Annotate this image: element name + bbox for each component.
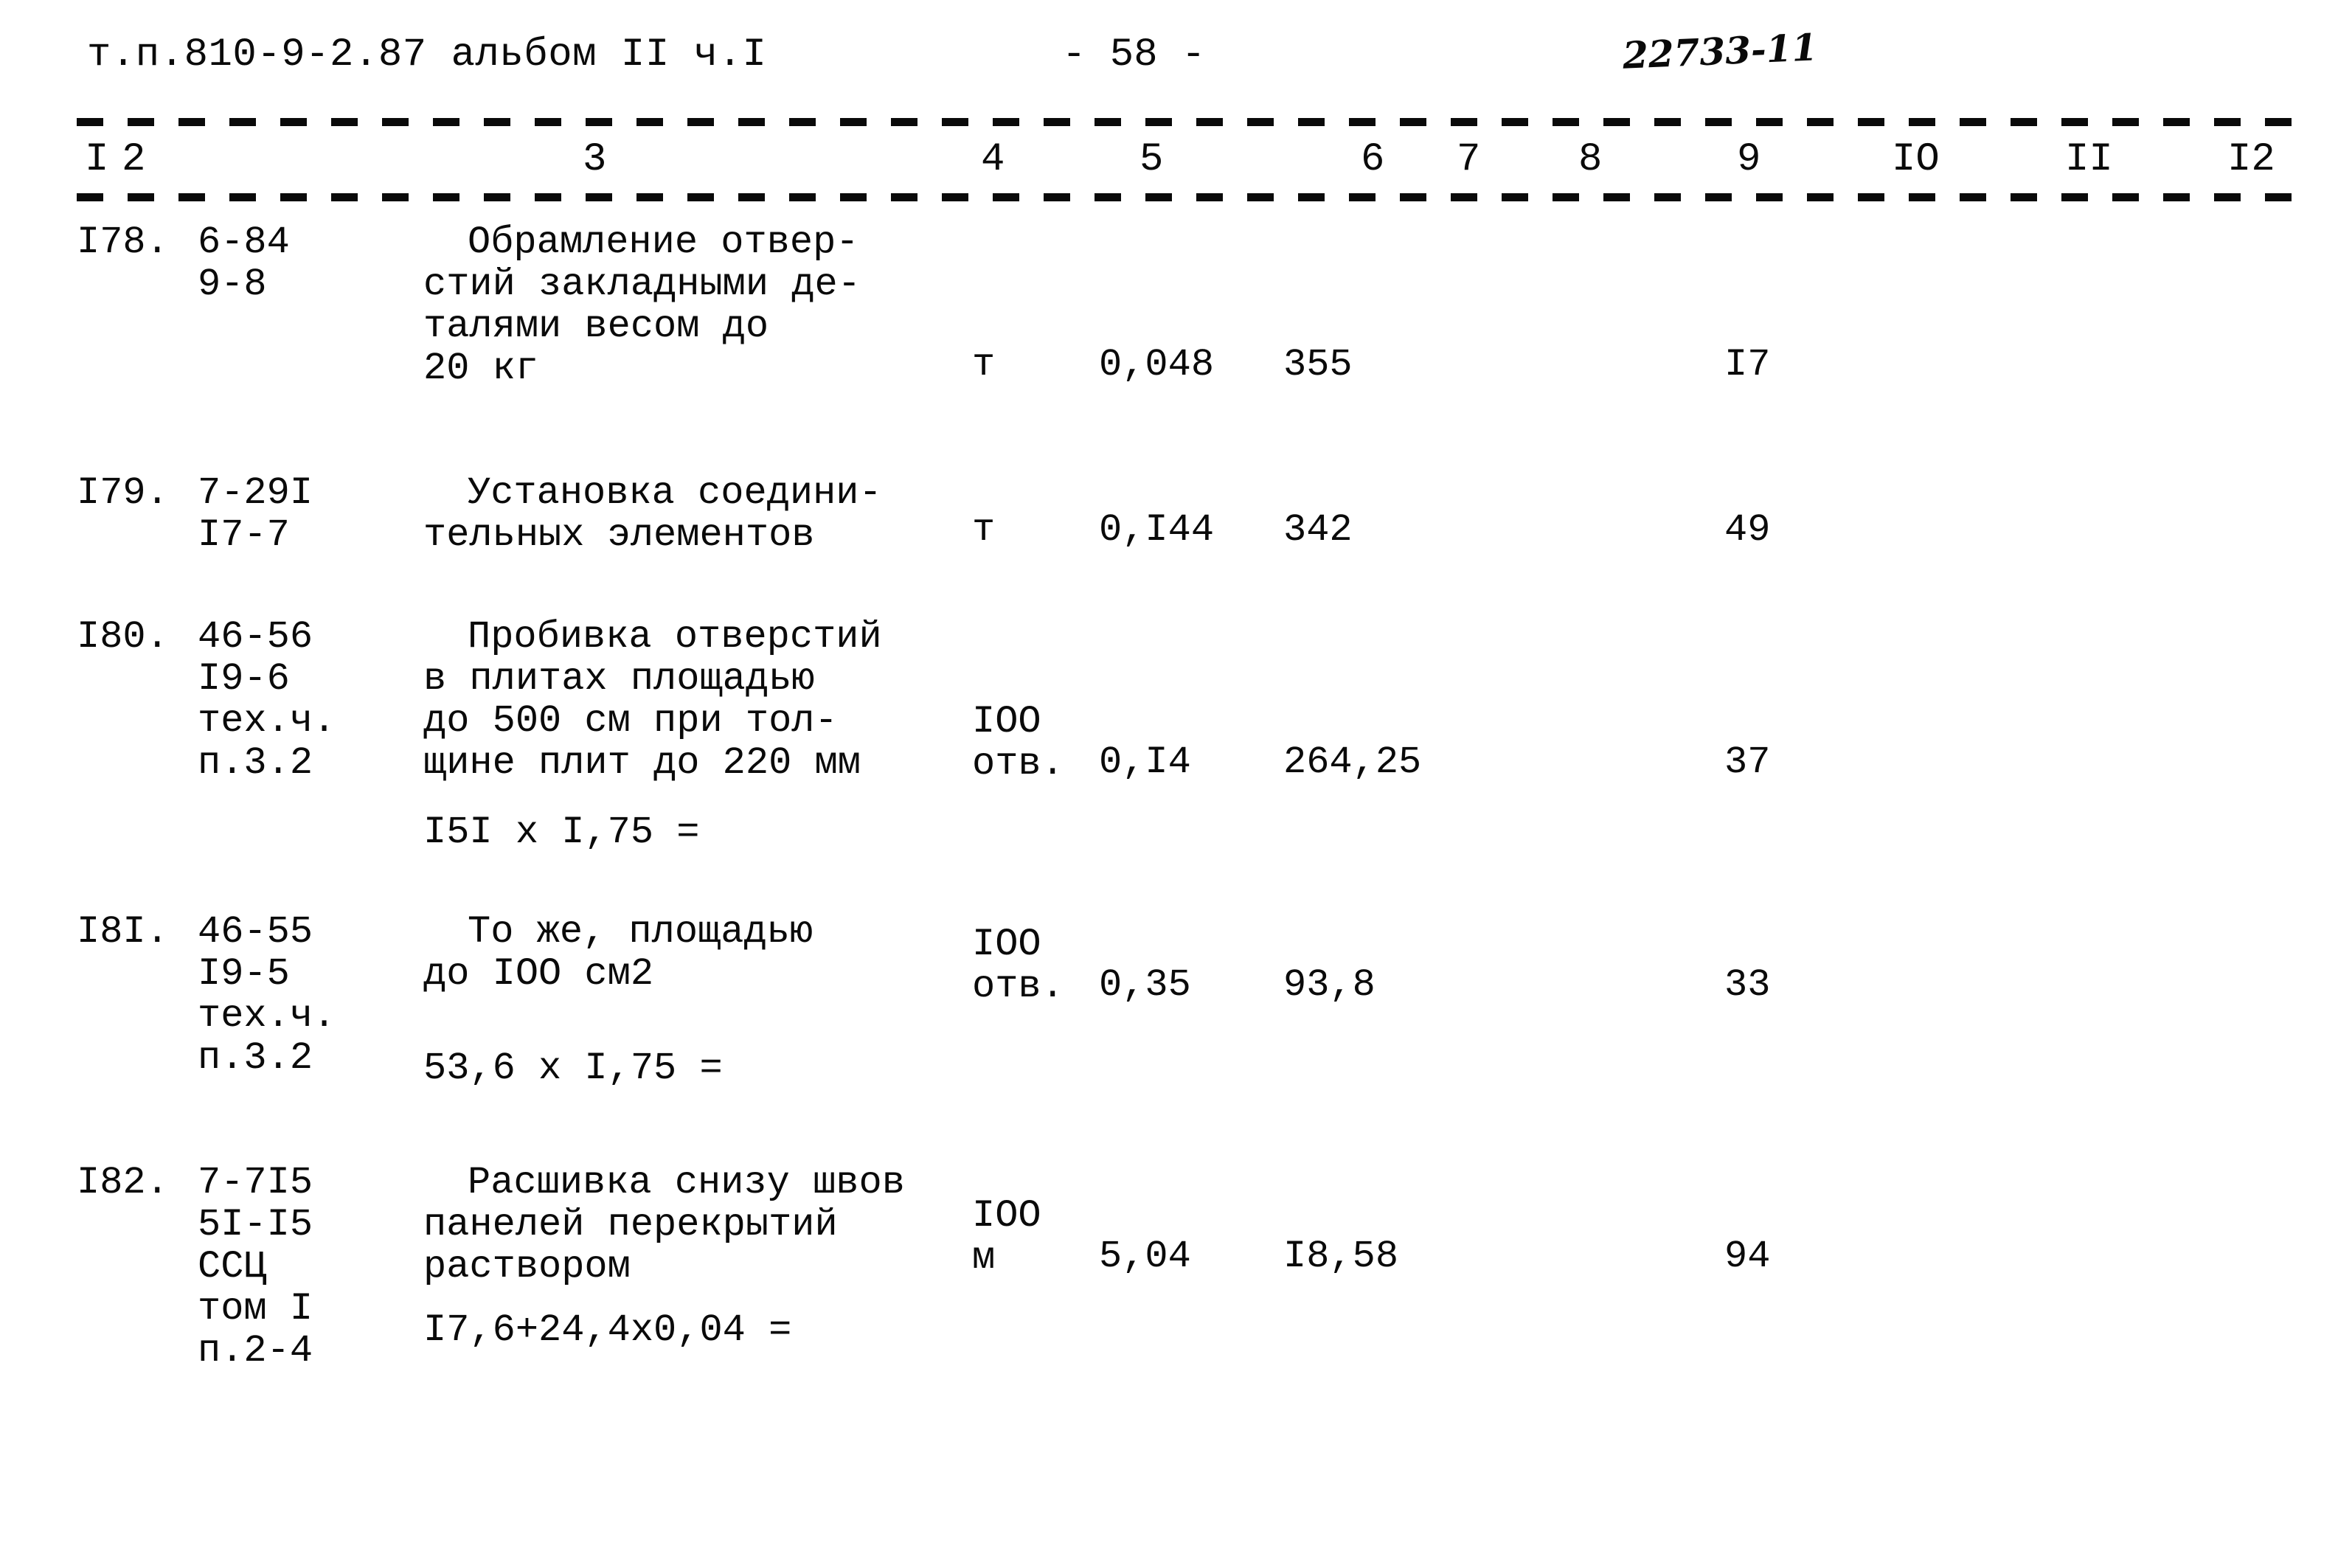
row-price-cell: 264,25 xyxy=(1283,740,1422,784)
row-description-cell: стий закладными де- талями весом до 20 к… xyxy=(423,263,861,390)
column-header-6: 6 xyxy=(1361,137,1385,182)
row-formula-line: 53,6 x I,75 = xyxy=(423,1047,723,1090)
column-header-8: 8 xyxy=(1578,137,1603,182)
row-code-cell: 6-84 9-8 xyxy=(198,221,290,306)
document-page: т.п.810-9-2.87 альбом II ч.I - 58 - 2273… xyxy=(0,0,2352,1568)
row-price-cell: I8,58 xyxy=(1283,1235,1399,1278)
row-col9-cell: 37 xyxy=(1724,740,1771,784)
page-number: - 58 - xyxy=(1062,32,1206,77)
row-price-cell: 355 xyxy=(1283,343,1353,386)
row-unit-cell: IOO отв. xyxy=(972,700,1064,785)
column-header-7: 7 xyxy=(1457,137,1481,182)
table-rule-top xyxy=(77,118,2304,126)
row-col9-cell: 33 xyxy=(1724,963,1771,1007)
row-unit-cell: IOO м xyxy=(972,1194,1041,1280)
row-col9-cell: 94 xyxy=(1724,1235,1771,1278)
row-description-cell: в плитах площадью до 500 см при тол- щин… xyxy=(423,657,861,785)
row-description-cell: тельных элементов xyxy=(423,513,815,557)
row-col9-cell: 49 xyxy=(1724,508,1771,552)
row-number-cell: I82. xyxy=(77,1161,169,1204)
row-description-first-line: Пробивка отверстий xyxy=(468,615,882,659)
row-unit-cell: т xyxy=(972,343,996,386)
document-header: т.п.810-9-2.87 альбом II ч.I - 58 - 2273… xyxy=(0,25,2352,80)
row-number-cell: I78. xyxy=(77,221,169,264)
table-rule-bottom xyxy=(77,193,2304,201)
column-header-12: I2 xyxy=(2227,137,2275,182)
row-code-cell: 7-7I5 5I-I5 ССЦ том I п.2-4 xyxy=(198,1161,313,1373)
row-number-cell: I79. xyxy=(77,471,169,515)
row-code-cell: 46-55 I9-5 тех.ч. п.3.2 xyxy=(198,910,336,1080)
column-header-3: 3 xyxy=(583,137,607,182)
row-quantity-cell: 0,I4 xyxy=(1099,740,1191,784)
row-price-cell: 342 xyxy=(1283,508,1353,552)
row-unit-cell: т xyxy=(972,508,996,552)
row-number-cell: I80. xyxy=(77,615,169,659)
row-quantity-cell: 0,I44 xyxy=(1099,508,1215,552)
row-quantity-cell: 0,35 xyxy=(1099,963,1191,1007)
row-price-cell: 93,8 xyxy=(1283,963,1376,1007)
row-formula-line: I5I x I,75 = xyxy=(423,811,700,854)
handwritten-stamp-number: 22733-11 xyxy=(1621,25,1819,77)
column-header-4: 4 xyxy=(981,137,1005,182)
column-header-9: 9 xyxy=(1737,137,1761,182)
column-header-1: I xyxy=(85,137,109,182)
row-code-cell: 46-56 I9-6 тех.ч. п.3.2 xyxy=(198,615,336,785)
row-description-first-line: Обрамление отвер- xyxy=(468,221,859,264)
document-code: т.п.810-9-2.87 альбом II ч.I xyxy=(87,32,767,77)
row-description-cell: до IOO см2 xyxy=(423,952,654,996)
row-unit-cell: IOO отв. xyxy=(972,923,1064,1008)
row-description-first-line: То же, площадью xyxy=(468,910,814,954)
row-quantity-cell: 5,04 xyxy=(1099,1235,1191,1278)
row-number-cell: I8I. xyxy=(77,910,169,954)
row-code-cell: 7-29I I7-7 xyxy=(198,471,313,557)
row-col9-cell: I7 xyxy=(1724,343,1771,386)
column-header-10: IO xyxy=(1892,137,1940,182)
row-formula-line: I7,6+24,4x0,04 = xyxy=(423,1308,792,1352)
row-description-first-line: Расшивка снизу швов xyxy=(468,1161,905,1204)
column-header-5: 5 xyxy=(1139,137,1164,182)
row-description-first-line: Установка соедини- xyxy=(468,471,882,515)
row-description-cell: панелей перекрытий раствором xyxy=(423,1203,838,1288)
row-quantity-cell: 0,048 xyxy=(1099,343,1215,386)
column-header-2: 2 xyxy=(122,137,146,182)
column-header-11: II xyxy=(2065,137,2113,182)
